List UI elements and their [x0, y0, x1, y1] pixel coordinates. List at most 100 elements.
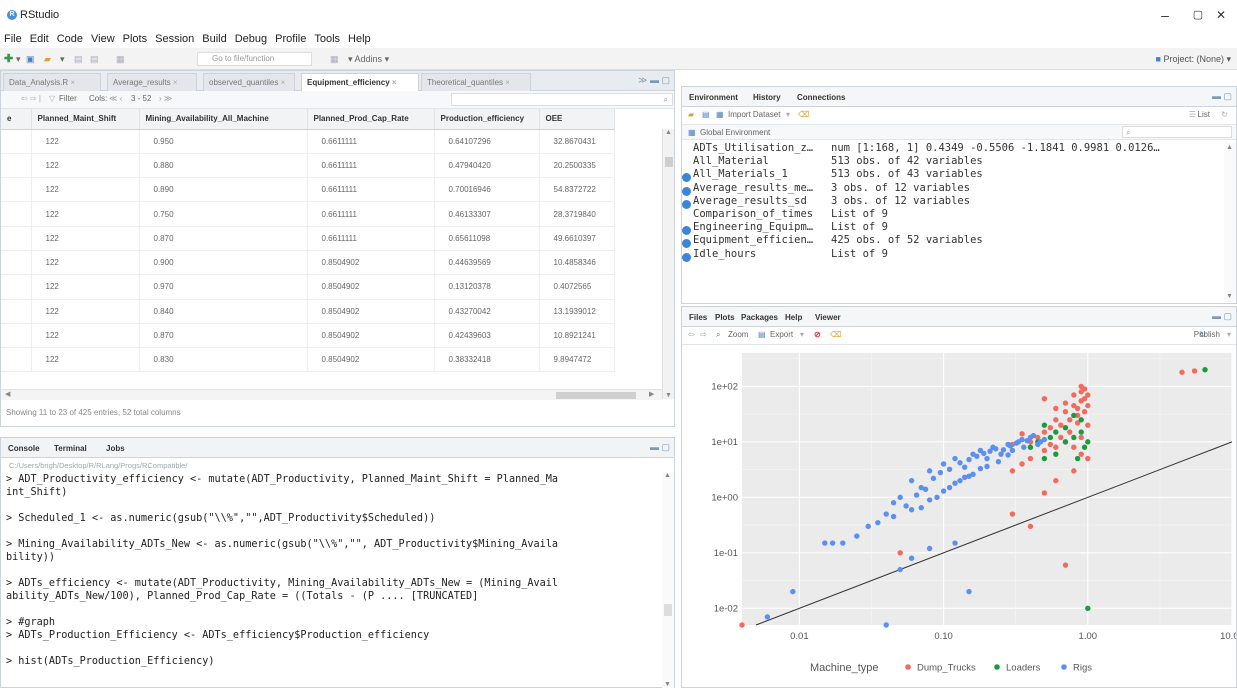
tab-console[interactable]: Console — [3, 440, 45, 458]
menu-session[interactable]: Session — [155, 30, 194, 48]
environment-row[interactable]: Engineering_Equipm… List of 9 — [682, 221, 1222, 236]
tab-theoretical-quantiles[interactable]: Theoretical_quantiles × — [421, 73, 531, 91]
environment-row[interactable]: All_Materials_1 513 obs. of 43 variables — [682, 168, 1222, 183]
back-icon[interactable]: ⇦ ⇨ | — [21, 91, 41, 107]
tab-observed-quantiles[interactable]: observed_quantiles × — [203, 73, 295, 91]
publish-button[interactable]: Publish — [1194, 327, 1220, 343]
environment-row[interactable]: Idle_hours List of 9 — [682, 248, 1222, 262]
minimize-pane-icon[interactable]: ▬ — [650, 75, 659, 85]
environment-row[interactable]: Equipment_efficien… 425 obs. of 52 variab… — [682, 234, 1222, 249]
console-vscrollbar[interactable]: ▲ ▼ — [662, 472, 674, 688]
environment-vscrollbar[interactable]: ▲ ▼ — [1224, 142, 1236, 302]
project-menu[interactable]: ■ Project: (None) ▾ — [1155, 52, 1231, 66]
print-icon[interactable]: ▦ — [116, 52, 125, 66]
scroll-down-icon[interactable]: ▼ — [664, 681, 671, 688]
scroll-up-icon[interactable]: ▲ — [1226, 144, 1233, 151]
tab-environment[interactable]: Environment — [684, 89, 743, 107]
save-all-icon[interactable]: ▤ — [90, 52, 99, 66]
next-plot-icon[interactable]: ⇨ — [700, 327, 707, 343]
broom-icon[interactable]: ⌫ — [798, 107, 809, 123]
menu-code[interactable]: Code — [57, 30, 83, 48]
menu-debug[interactable]: Debug — [235, 30, 267, 48]
scroll-down-icon[interactable]: ▼ — [665, 392, 672, 399]
environment-row[interactable]: All_Material 513 obs. of 42 variables — [682, 155, 1222, 168]
close-tab-icon[interactable]: × — [68, 78, 75, 87]
dropdown-arrow-icon[interactable]: ▾ — [800, 327, 804, 343]
menu-tools[interactable]: Tools — [314, 30, 340, 48]
scroll-down-icon[interactable]: ▼ — [1226, 293, 1233, 300]
environment-row[interactable]: Average_results_me… 3 obs. of 12 variable… — [682, 182, 1222, 196]
table-search-input[interactable]: ⌕ — [451, 93, 673, 106]
menu-build[interactable]: Build — [202, 30, 226, 48]
export-button[interactable]: Export — [770, 327, 793, 343]
zoom-icon[interactable]: ⌕ — [716, 327, 720, 343]
maximize-pane-icon[interactable]: ▢ — [1223, 91, 1232, 101]
tab-history[interactable]: History — [748, 89, 786, 107]
list-toggle[interactable]: List — [1198, 107, 1210, 123]
open-file-icon[interactable]: ▰ — [44, 52, 51, 66]
close-button[interactable]: ✕ — [1206, 6, 1236, 24]
environment-row[interactable]: ADTs_Utilisation_z… num [1:168, 1] 0.4349… — [682, 142, 1222, 155]
new-project-icon[interactable]: ▣ — [26, 52, 35, 66]
console-output[interactable]: > ADT_Productivity_efficiency <- mutate(… — [6, 473, 558, 668]
import-dataset-icon[interactable]: ▦ — [716, 107, 724, 123]
scroll-up-icon[interactable]: ▲ — [664, 472, 671, 479]
dropdown-arrow-icon[interactable]: ▾ — [60, 52, 65, 66]
minimize-pane-icon[interactable]: ▬ — [1212, 91, 1221, 101]
cols-next-icon[interactable]: › ≫ — [159, 91, 172, 107]
menu-plots[interactable]: Plots — [123, 30, 147, 48]
scroll-up-icon[interactable]: ▲ — [665, 129, 672, 136]
environment-search-input[interactable]: ⌕ — [1122, 126, 1232, 138]
close-tab-icon[interactable]: × — [278, 78, 286, 87]
zoom-button[interactable]: Zoom — [728, 327, 748, 343]
column-header[interactable]: Planned_Maint_Shift — [31, 109, 140, 130]
menu-help[interactable]: Help — [348, 30, 371, 48]
more-tabs-icon[interactable]: ≫ — [638, 75, 647, 85]
menu-file[interactable]: File — [4, 30, 22, 48]
cols-prev-icon[interactable]: ≪ ‹ — [109, 91, 122, 107]
expand-data-icon[interactable] — [682, 252, 691, 262]
table-vscroll-thumb[interactable] — [665, 157, 673, 167]
table-vscrollbar[interactable]: ▲ ▼ — [662, 129, 674, 399]
column-header[interactable]: e — [1, 109, 32, 130]
load-workspace-icon[interactable]: ▰ — [688, 107, 694, 123]
console-vscroll-thumb[interactable] — [664, 604, 672, 616]
table-hscrollbar[interactable]: ◀ ▶ — [1, 389, 662, 400]
scope-select[interactable]: Global Environment — [700, 125, 770, 141]
tab-connections[interactable]: Connections — [792, 89, 850, 107]
tab-equipment-efficiency[interactable]: Equipment_efficiency × — [301, 73, 419, 91]
close-tab-icon[interactable]: × — [171, 78, 178, 87]
save-workspace-icon[interactable]: ▤ — [702, 107, 710, 123]
minimize-button[interactable]: – — [1150, 6, 1180, 24]
scroll-left-icon[interactable]: ◀ — [5, 390, 10, 398]
column-header[interactable]: Mining_Availability_All_Machine — [139, 109, 308, 130]
go-to-file-input[interactable]: Go to file/function — [197, 52, 312, 66]
previous-plot-icon[interactable]: ⇦ — [688, 327, 695, 343]
dropdown-arrow-icon[interactable]: ▾ — [786, 107, 790, 123]
column-header[interactable]: Planned_Prod_Cap_Rate — [307, 109, 435, 130]
tab-average-results[interactable]: Average_results × — [107, 73, 197, 91]
table-hscroll-thumb[interactable] — [556, 392, 636, 399]
tab-help[interactable]: Help — [780, 309, 807, 327]
filter-icon[interactable]: ▽ — [49, 91, 55, 107]
save-icon[interactable]: ▤ — [74, 52, 83, 66]
dropdown-arrow-icon[interactable]: ▾ — [16, 52, 21, 66]
minimize-pane-icon[interactable]: ▬ — [650, 442, 659, 452]
column-header[interactable]: OEE — [539, 109, 615, 130]
environment-row[interactable]: Average_results_sd 3 obs. of 12 variables — [682, 195, 1222, 209]
tab-terminal[interactable]: Terminal — [49, 440, 92, 458]
tab-data-analysis-r[interactable]: Data_Analysis.R × — [3, 73, 101, 91]
scroll-right-icon[interactable]: ▶ — [649, 390, 654, 398]
tab-viewer[interactable]: Viewer — [810, 309, 846, 327]
environment-row[interactable]: Comparison_of_times List of 9 — [682, 208, 1222, 221]
import-dataset-button[interactable]: Import Dataset — [728, 107, 780, 123]
addins-menu[interactable]: ▾ Addins ▾ — [348, 52, 389, 66]
menu-profile[interactable]: Profile — [275, 30, 306, 48]
broom-icon[interactable]: ⌫ — [830, 327, 841, 343]
maximize-pane-icon[interactable]: ▢ — [661, 442, 670, 452]
grid-icon[interactable]: ▦ — [330, 52, 339, 66]
new-file-icon[interactable]: ✚ — [4, 52, 13, 66]
close-tab-icon[interactable]: × — [390, 78, 397, 87]
tab-packages[interactable]: Packages — [736, 309, 783, 327]
menu-edit[interactable]: Edit — [30, 30, 49, 48]
